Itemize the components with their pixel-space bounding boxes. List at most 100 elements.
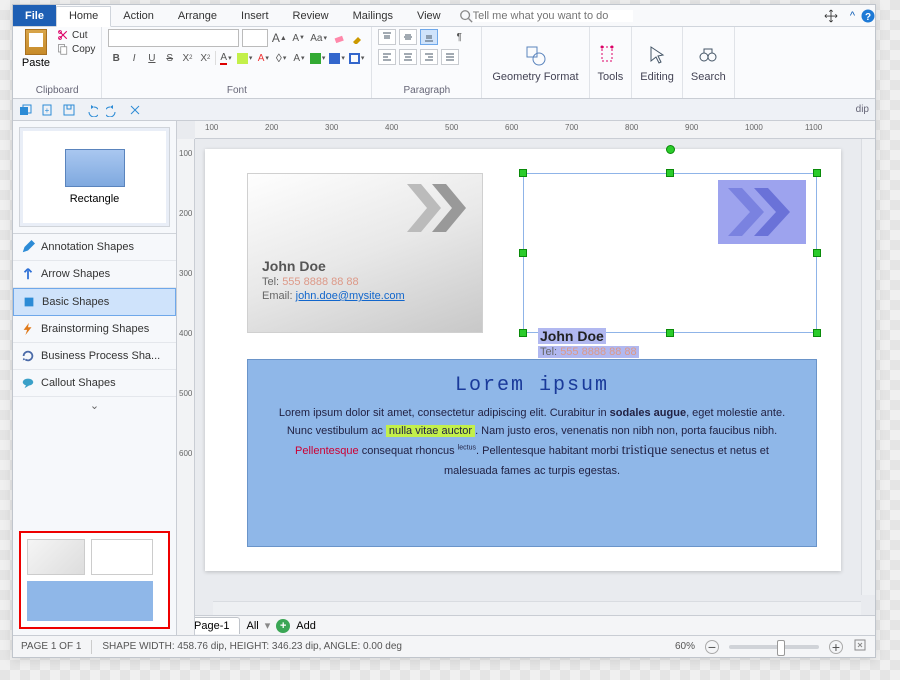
shape-fill2-button[interactable] xyxy=(328,50,346,66)
zoom-out-button[interactable]: − xyxy=(705,640,719,654)
sidebar: Rectangle Annotation Shapes Arrow Shapes… xyxy=(13,121,177,635)
align-top-button[interactable] xyxy=(378,29,396,45)
layers-icon[interactable] xyxy=(17,102,33,118)
paste-button[interactable]: Paste xyxy=(19,29,53,69)
cat-annotation[interactable]: Annotation Shapes xyxy=(13,234,176,261)
cat-arrow[interactable]: Arrow Shapes xyxy=(13,261,176,288)
group-font: A▲ A▼ Aa B I U S X2 X2 A A ◊ xyxy=(102,27,372,98)
strike-button[interactable]: S xyxy=(162,50,178,66)
tab-arrange[interactable]: Arrange xyxy=(166,5,229,26)
fill-color-button[interactable]: ◊ xyxy=(273,50,289,66)
save-icon[interactable] xyxy=(61,102,77,118)
text-bg-button[interactable]: A xyxy=(291,50,307,66)
tab-insert[interactable]: Insert xyxy=(229,5,281,26)
horizontal-scrollbar[interactable] xyxy=(213,601,861,615)
tell-me-search[interactable] xyxy=(459,9,633,23)
cat-business[interactable]: Business Process Sha... xyxy=(13,343,176,370)
collapse-ribbon-icon[interactable]: ^ xyxy=(844,10,861,22)
subscript-button[interactable]: X2 xyxy=(180,50,196,66)
bolt-icon xyxy=(21,322,35,336)
change-case-button[interactable]: Aa xyxy=(310,30,328,46)
tab-view[interactable]: View xyxy=(405,5,453,26)
resize-handle-e[interactable] xyxy=(813,249,821,257)
callout-icon xyxy=(21,376,35,390)
align-center-button[interactable] xyxy=(399,49,417,65)
cat-callout[interactable]: Callout Shapes xyxy=(13,370,176,397)
new-doc-icon[interactable]: + xyxy=(39,102,55,118)
tab-action[interactable]: Action xyxy=(111,5,166,26)
tell-me-input[interactable] xyxy=(473,10,633,22)
help-icon[interactable]: ? xyxy=(861,9,875,23)
format-painter-button[interactable] xyxy=(349,30,365,46)
page-thumbnail[interactable] xyxy=(13,525,176,635)
resize-handle-nw[interactable] xyxy=(519,169,527,177)
zoom-slider[interactable] xyxy=(729,645,819,649)
cut-button[interactable]: Cut xyxy=(57,29,95,41)
resize-handle-n[interactable] xyxy=(666,169,674,177)
square-icon xyxy=(22,295,36,309)
align-middle-icon xyxy=(403,32,413,42)
font-name-combo[interactable] xyxy=(108,29,238,47)
rectangle-preview xyxy=(65,149,125,187)
align-bottom-button[interactable] xyxy=(420,29,438,45)
add-label[interactable]: Add xyxy=(296,620,316,632)
copy-button[interactable]: Copy xyxy=(57,43,95,55)
tools-button[interactable]: Tools xyxy=(590,27,633,98)
italic-button[interactable]: I xyxy=(126,50,142,66)
underline-button[interactable]: U xyxy=(144,50,160,66)
shape-fill-button[interactable] xyxy=(309,50,327,66)
close-icon[interactable] xyxy=(127,102,143,118)
vertical-scrollbar[interactable] xyxy=(861,139,875,595)
tab-home[interactable]: Home xyxy=(56,6,111,27)
undo-icon[interactable] xyxy=(83,102,99,118)
more-categories-icon[interactable]: ⌄ xyxy=(13,397,176,414)
file-menu[interactable]: File xyxy=(13,5,56,26)
resize-handle-w[interactable] xyxy=(519,249,527,257)
indent-dec-button[interactable]: ¶ xyxy=(450,29,468,45)
align-left-icon xyxy=(382,52,392,62)
business-card-1[interactable]: John Doe Tel: 555 8888 88 88 Email: john… xyxy=(247,173,483,333)
font-color-button[interactable]: A xyxy=(218,50,234,66)
cat-basic[interactable]: Basic Shapes xyxy=(13,288,176,316)
align-bottom-icon xyxy=(424,32,434,42)
shape-info: SHAPE WIDTH: 458.76 dip, HEIGHT: 346.23 … xyxy=(102,641,402,652)
grow-font-button[interactable]: A▲ xyxy=(271,30,288,46)
editing-button[interactable]: Editing xyxy=(632,27,683,98)
align-left-button[interactable] xyxy=(378,49,396,65)
align-justify-button[interactable] xyxy=(441,49,459,65)
add-page-button[interactable]: + xyxy=(276,619,290,633)
zoom-in-button[interactable]: + xyxy=(829,640,843,654)
fit-page-button[interactable] xyxy=(853,638,867,655)
resize-handle-sw[interactable] xyxy=(519,329,527,337)
cat-brainstorm[interactable]: Brainstorming Shapes xyxy=(13,316,176,343)
rotate-handle[interactable] xyxy=(666,145,675,154)
shrink-font-button[interactable]: A▼ xyxy=(291,30,307,46)
text-outline-button[interactable]: A xyxy=(255,50,271,66)
canvas[interactable]: John Doe Tel: 555 8888 88 88 Email: john… xyxy=(195,139,875,615)
shape-preview[interactable]: Rectangle xyxy=(19,127,170,227)
redo-icon[interactable] xyxy=(105,102,121,118)
move-icon[interactable] xyxy=(824,9,838,23)
clear-format-button[interactable] xyxy=(331,30,347,46)
search-group-button[interactable]: Search xyxy=(683,27,735,98)
horizontal-ruler: 10020030040050060070080090010001100 xyxy=(195,121,875,139)
resize-handle-s[interactable] xyxy=(666,329,674,337)
bold-button[interactable]: B xyxy=(108,50,124,66)
font-size-combo[interactable] xyxy=(242,29,268,47)
align-top-icon xyxy=(382,32,392,42)
tab-mailings[interactable]: Mailings xyxy=(341,5,405,26)
business-card-2-selected[interactable]: John Doe Tel: 555 8888 88 88 Email: john… xyxy=(523,173,817,333)
highlight-button[interactable] xyxy=(236,50,254,66)
resize-handle-se[interactable] xyxy=(813,329,821,337)
clipboard-label: Clipboard xyxy=(19,83,95,98)
superscript-button[interactable]: X2 xyxy=(197,50,213,66)
lorem-textbox[interactable]: Lorem ipsum Lorem ipsum dolor sit amet, … xyxy=(247,359,817,547)
align-middle-button[interactable] xyxy=(399,29,417,45)
shape-line-button[interactable] xyxy=(348,50,366,66)
all-pages-label[interactable]: All xyxy=(246,620,258,632)
geometry-format-button[interactable]: Geometry Format xyxy=(482,27,589,98)
binoculars-icon xyxy=(696,43,720,67)
align-right-button[interactable] xyxy=(420,49,438,65)
tab-review[interactable]: Review xyxy=(281,5,341,26)
resize-handle-ne[interactable] xyxy=(813,169,821,177)
